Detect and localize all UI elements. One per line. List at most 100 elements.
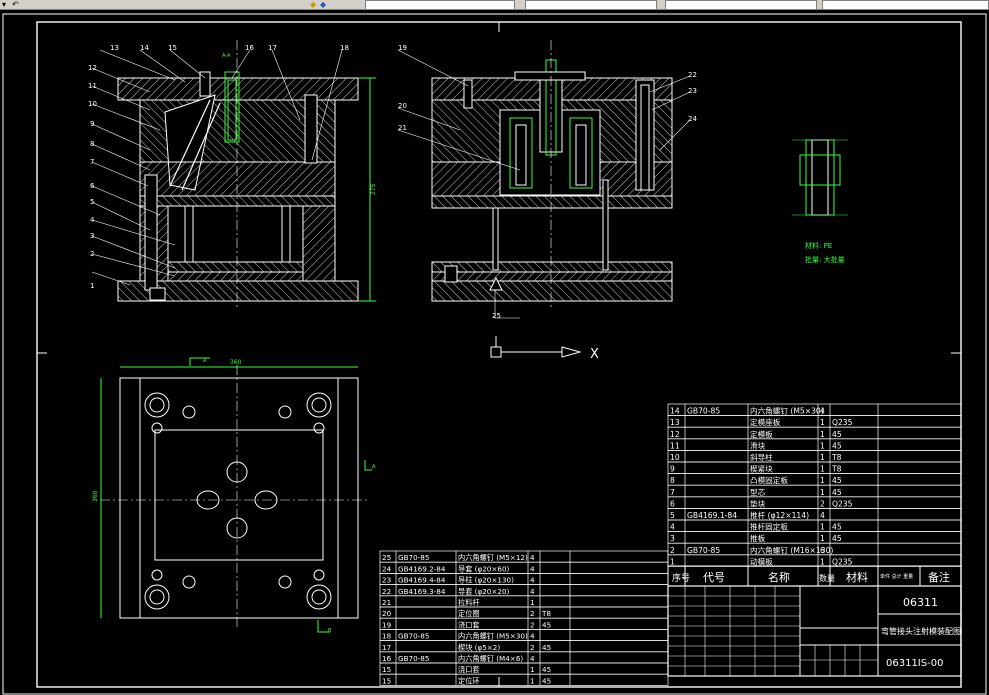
balloon-14: 14 [140, 44, 149, 52]
balloon-13: 13 [110, 44, 119, 52]
bom-cell-std: GB4169.4-84 [398, 576, 446, 585]
undo-icon[interactable]: ↶ [12, 0, 19, 9]
bom-row: 24 GB4169.2-84 导套 (φ20×60) 4 [379, 561, 669, 574]
bom-cell-name: 垫块 [750, 498, 766, 508]
balloon-7: 7 [90, 158, 94, 166]
balloon-16: 16 [245, 44, 254, 52]
bom-row: 15 定位环 1 45 [379, 673, 669, 686]
bom-cell-qty: 1 [530, 598, 535, 607]
section-mark-a-top: A [203, 358, 207, 364]
bom-cell-qty: 1 [820, 476, 825, 485]
balloon-1: 1 [90, 282, 94, 290]
bom-row: 5 GB4169.1-84 推杆 (φ12×114) 4 [667, 508, 962, 521]
balloon-21: 21 [398, 124, 407, 132]
bom-cell-qty: 1 [820, 441, 825, 450]
balloon-11: 11 [88, 82, 97, 90]
header-name: 名称 [768, 570, 790, 584]
bom-cell-qty: 1 [820, 418, 825, 427]
plan-view [100, 365, 370, 630]
bom-upper-table: 14 GB70-85 内六角螺钉 (M5×30)413 定模座板 1 Q23512 定模板 1… [667, 403, 962, 567]
bom-cell-no: 17 [382, 643, 391, 652]
bom-cell-no: 22 [382, 587, 391, 596]
bom-cell-no: 21 [382, 598, 391, 607]
bom-cell-mat: Q235 [832, 499, 853, 508]
balloon-15: 15 [168, 44, 177, 52]
bom-cell-name: 斜导柱 [750, 452, 773, 462]
drawing-canvas[interactable]: 275 A-A 1 2 3 4 5 6 7 8 9 10 11 12 13 14… [0, 10, 989, 695]
bom-row: 13 定模座板 1 Q235 [667, 415, 962, 428]
bom-cell-no: 3 [670, 534, 675, 543]
bom-cell-std: GB70-85 [687, 407, 720, 416]
bom-cell-mat: T8 [831, 465, 842, 474]
bom-cell-name: 内六角螺钉 (M4×6) [458, 654, 523, 663]
header-code: 代号 [703, 571, 725, 584]
balloon-8: 8 [90, 140, 94, 148]
balloon-9: 9 [90, 120, 94, 128]
bom-cell-no: 18 [382, 632, 392, 641]
plan-width-dim-text: 360 [230, 359, 242, 366]
lineweight-dropdown[interactable] [665, 0, 817, 9]
balloon-17: 17 [268, 44, 277, 52]
balloon-22: 22 [688, 71, 697, 79]
bom-row: 23 GB4169.4-84 导柱 (φ20×130) 4 [379, 573, 669, 585]
bom-cell-qty: 4 [530, 576, 535, 585]
bom-cell-qty: 4 [530, 553, 535, 562]
bom-cell-qty: 1 [530, 665, 535, 674]
bom-row: 21 拉料杆 1 [379, 595, 669, 608]
bom-cell-name: 定模座板 [750, 417, 781, 427]
drawing-title: 弯管接头注射模装配图 [881, 626, 961, 636]
bom-cell-mat: 45 [542, 676, 551, 685]
bom-cell-std: GB4169.2-84 [398, 564, 446, 573]
bom-cell-qty: 2 [530, 620, 535, 629]
bom-cell-qty: 1 [820, 523, 825, 532]
bom-cell-mat: 45 [542, 620, 551, 629]
balloon-18: 18 [340, 44, 349, 52]
bom-cell-no: 4 [670, 523, 675, 532]
balloon-5: 5 [90, 198, 94, 206]
bom-cell-qty: 2 [530, 609, 535, 618]
section-mark-b: B [328, 628, 332, 634]
bom-row: 7 型芯 1 45 [667, 484, 962, 498]
bom-cell-no: 1 [670, 557, 675, 566]
bom-row: 20 定位圈 2 T8 [379, 606, 669, 619]
bom-cell-qty: 4 [530, 654, 535, 663]
bom-cell-name: 内六角螺钉 (M5×30) [458, 632, 528, 641]
bom-row: 17 楔块 (φ5×2) 2 45 [379, 640, 669, 653]
bom-cell-no: 8 [670, 476, 675, 485]
bom-lower-table: 25 GB70-85 内六角螺钉 (M5×12) 424 GB4169.2-84 导套 (… [379, 550, 669, 686]
balloon-23: 23 [688, 87, 697, 95]
bom-cell-name: 浇口套 [458, 665, 480, 674]
bom-cell-std: GB4169.1-84 [687, 511, 737, 520]
bom-cell-mat: 45 [832, 534, 842, 543]
header-material: 材料 [846, 570, 868, 584]
layer-state-icon[interactable]: ◆ [310, 0, 316, 9]
plotstyle-dropdown[interactable] [822, 0, 989, 9]
header-remark: 备注 [928, 570, 950, 584]
bom-cell-qty: 6 [820, 546, 825, 555]
bom-cell-no: 11 [670, 441, 680, 450]
bom-cell-qty: 1 [820, 453, 825, 462]
ucs-icon[interactable]: X [490, 336, 599, 362]
color-dropdown[interactable] [365, 0, 515, 9]
bom-cell-no: 15 [382, 665, 391, 674]
header-weight: 单件 总计 重量 [880, 573, 913, 580]
bom-cell-name: 滑块 [750, 440, 766, 450]
menu-arrow-icon[interactable]: ▾ [2, 0, 6, 9]
bom-cell-name: 型芯 [750, 487, 766, 497]
bom-cell-name: 动模板 [750, 556, 773, 566]
linetype-dropdown[interactable] [525, 0, 657, 9]
toolbar: ▾ ↶ ◆ ◆ [0, 0, 989, 10]
bom-cell-name: 楔块 (φ5×2) [458, 643, 500, 652]
bom-cell-name: 导柱 (φ20×130) [458, 576, 514, 585]
balloon-2: 2 [90, 250, 94, 258]
bom-row: 10 斜导柱 1 T8 [667, 450, 962, 463]
bom-cell-name: 导套 (φ20×60) [458, 564, 510, 573]
layer-previous-icon[interactable]: ◆ [320, 0, 326, 9]
bom-cell-name: 推杆 (φ12×114) [750, 510, 809, 520]
bom-cell-mat: 45 [832, 488, 842, 497]
bom-cell-qty: 4 [530, 564, 535, 573]
bom-cell-name: 浇口套 [458, 620, 480, 629]
bom-cell-name: 推杆固定板 [750, 522, 788, 532]
balloon-20: 20 [398, 102, 407, 110]
bom-cell-qty: 1 [530, 676, 535, 685]
